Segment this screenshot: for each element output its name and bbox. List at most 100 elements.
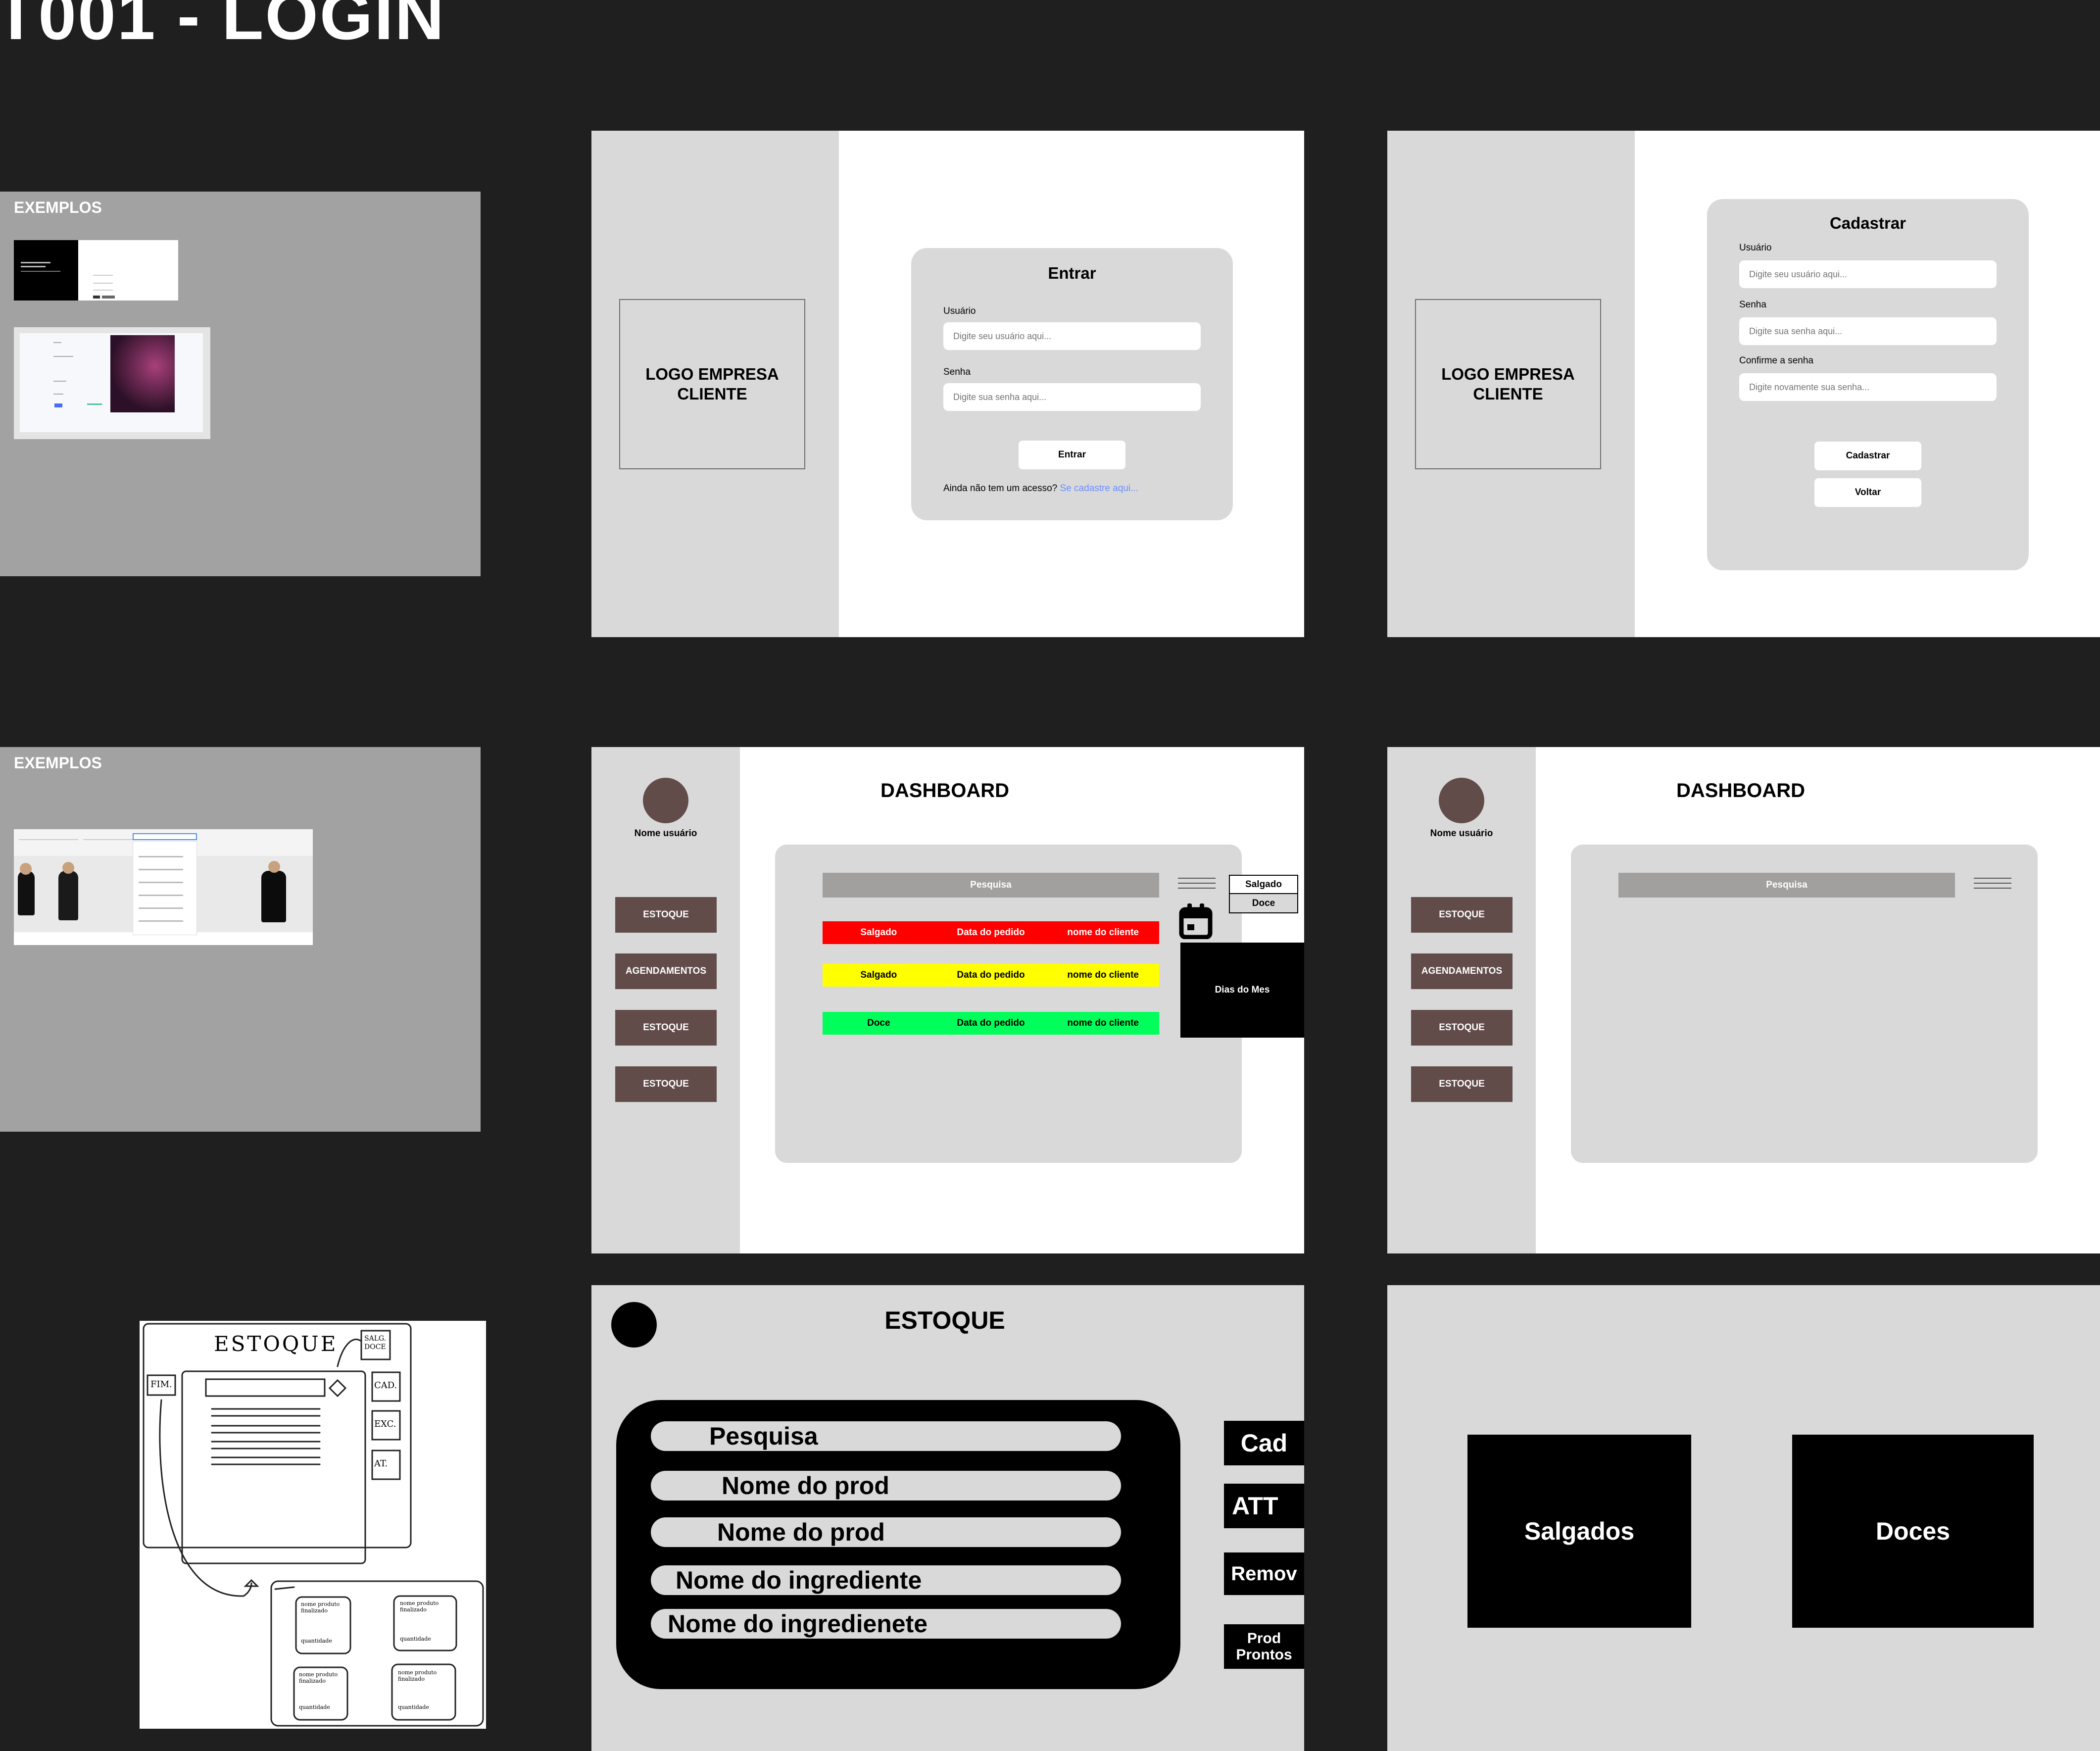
password-input[interactable] xyxy=(943,383,1201,411)
logo-placeholder: LOGO EMPRESA CLIENTE xyxy=(1415,299,1601,469)
signup-prompt: Ainda não tem um acesso? Se cadastre aqu… xyxy=(943,483,1138,494)
order-type: Doce xyxy=(867,1018,890,1028)
no-access-text: Ainda não tem um acesso? xyxy=(943,483,1058,494)
categories-screen: Salgados Doces xyxy=(1387,1285,2100,1751)
order-row[interactable]: Doce Data do pedido nome do cliente xyxy=(823,1012,1159,1035)
dashboard-title: DASHBOARD xyxy=(880,780,1009,801)
sketch-label-at: AT. xyxy=(374,1458,388,1469)
order-date: Data do pedido xyxy=(957,927,1025,938)
user-name: Nome usuário xyxy=(634,828,697,839)
dashboard-title: DASHBOARD xyxy=(1676,780,1805,801)
update-product-button[interactable]: ATT xyxy=(1224,1484,1304,1528)
register-card: Cadastrar Usuário Senha Confirme a senha… xyxy=(1707,199,2029,570)
sketch-card-name: nome produto finalizado xyxy=(301,1601,340,1614)
filter-option-salgado[interactable]: Salgado xyxy=(1230,876,1297,894)
register-button[interactable]: Cadastrar xyxy=(1814,442,1921,470)
nav-estoque-3[interactable]: ESTOQUE xyxy=(1411,1066,1513,1102)
stock-item[interactable]: Nome do ingredienete xyxy=(651,1609,1121,1639)
logo-text: LOGO EMPRESA CLIENTE xyxy=(645,365,779,403)
dashboard-screen-2: Nome usuário ESTOQUE AGENDAMENTOS ESTOQU… xyxy=(1387,747,2100,1253)
logo-text: LOGO EMPRESA CLIENTE xyxy=(1441,365,1575,403)
stock-item-label: Nome do ingrediente xyxy=(676,1566,922,1594)
sketch-card-qty: quantidade xyxy=(301,1638,332,1644)
order-client: nome do cliente xyxy=(1067,927,1139,938)
menu-icon[interactable] xyxy=(1178,878,1216,889)
salgados-button[interactable]: Salgados xyxy=(1467,1435,1691,1628)
dashboard-screen-1: Nome usuário ESTOQUE AGENDAMENTOS ESTOQU… xyxy=(591,747,1304,1253)
stock-item-label: Nome do prod xyxy=(717,1518,885,1546)
search-input[interactable]: Pesquisa xyxy=(651,1421,1121,1451)
stock-item-label: Nome do ingredienete xyxy=(668,1610,928,1638)
sketch-card-name: nome produto finalizado xyxy=(299,1671,338,1684)
login-card: Entrar Usuário Senha Entrar Ainda não te… xyxy=(911,248,1233,520)
example-thumbnail-login-gradient xyxy=(14,327,210,439)
ready-products-button[interactable]: Prod Prontos xyxy=(1224,1624,1304,1669)
password-label: Senha xyxy=(1739,300,1766,310)
user-input[interactable] xyxy=(943,322,1201,350)
nav-estoque-3[interactable]: ESTOQUE xyxy=(615,1066,717,1102)
stock-item[interactable]: Nome do prod xyxy=(651,1517,1121,1547)
order-type: Salgado xyxy=(860,927,897,938)
nav-estoque-2[interactable]: ESTOQUE xyxy=(615,1010,717,1046)
signup-link[interactable]: Se cadastre aqui... xyxy=(1060,483,1138,494)
calendar-label: Dias do Mes xyxy=(1215,985,1270,995)
password-label: Senha xyxy=(943,367,971,377)
register-product-button[interactable]: Cad xyxy=(1224,1421,1304,1465)
sketch-label-exc: EXC. xyxy=(374,1419,396,1429)
search-bar[interactable]: Pesquisa xyxy=(1618,873,1955,898)
register-screen: LOGO EMPRESA CLIENTE Cadastrar Usuário S… xyxy=(1387,131,2100,637)
order-row[interactable]: Salgado Data do pedido nome do cliente xyxy=(823,964,1159,987)
sketch-card-qty: quantidade xyxy=(398,1704,429,1710)
user-label: Usuário xyxy=(1739,243,1772,253)
remove-product-button[interactable]: Remov xyxy=(1224,1552,1304,1595)
back-button[interactable]: Voltar xyxy=(1814,478,1921,507)
doces-button[interactable]: Doces xyxy=(1792,1435,2034,1628)
confirm-password-input[interactable] xyxy=(1739,373,1997,401)
order-date: Data do pedido xyxy=(957,1018,1025,1028)
order-date: Data do pedido xyxy=(957,970,1025,980)
order-client: nome do cliente xyxy=(1067,970,1139,980)
user-label: Usuário xyxy=(943,306,976,316)
user-name: Nome usuário xyxy=(1430,828,1493,839)
nav-agendamentos[interactable]: AGENDAMENTOS xyxy=(615,953,717,989)
nav-agendamentos[interactable]: AGENDAMENTOS xyxy=(1411,953,1513,989)
calendar-icon[interactable] xyxy=(1178,902,1213,940)
sketch-card-name: nome produto finalizado xyxy=(398,1669,437,1682)
search-bar[interactable]: Pesquisa xyxy=(823,873,1159,898)
examples-label: EXEMPLOS xyxy=(14,199,102,216)
sketch-label-salg-doce: SALG. DOCE xyxy=(364,1335,387,1351)
search-label: Pesquisa xyxy=(709,1422,818,1450)
page-title: T001 - LOGIN xyxy=(0,0,446,54)
stock-title: ESTOQUE xyxy=(884,1306,1005,1334)
type-filter[interactable]: Salgado Doce xyxy=(1229,875,1298,913)
stock-sketch: ESTOQUE SALG. DOCE CAD. EXC. AT. FIM. no… xyxy=(140,1321,486,1729)
sketch-title: ESTOQUE xyxy=(214,1332,338,1356)
examples-panel-1: EXEMPLOS xyxy=(0,192,481,576)
nav-estoque[interactable]: ESTOQUE xyxy=(615,897,717,933)
stock-item[interactable]: Nome do prod xyxy=(651,1471,1121,1501)
menu-icon[interactable] xyxy=(1974,878,2011,889)
order-type: Salgado xyxy=(860,970,897,980)
example-thumbnail-store xyxy=(14,829,313,945)
sketch-card-qty: quantidade xyxy=(400,1636,431,1642)
confirm-password-label: Confirme a senha xyxy=(1739,355,1813,366)
sketch-label-fim: FIM. xyxy=(150,1379,172,1390)
filter-option-doce[interactable]: Doce xyxy=(1230,894,1297,912)
stock-item[interactable]: Nome do ingrediente xyxy=(651,1565,1121,1595)
nav-estoque[interactable]: ESTOQUE xyxy=(1411,897,1513,933)
sketch-card-qty: quantidade xyxy=(299,1704,330,1710)
user-input[interactable] xyxy=(1739,260,1997,288)
calendar-panel[interactable]: Dias do Mes xyxy=(1180,943,1304,1038)
avatar[interactable] xyxy=(611,1302,657,1348)
example-thumbnail-login-dark xyxy=(14,240,178,300)
nav-estoque-2[interactable]: ESTOQUE xyxy=(1411,1010,1513,1046)
sketch-drawing xyxy=(143,1323,484,1727)
login-button[interactable]: Entrar xyxy=(1019,441,1125,469)
examples-panel-2: EXEMPLOS xyxy=(0,747,481,1132)
sketch-card-name: nome produto finalizado xyxy=(400,1600,439,1613)
avatar[interactable] xyxy=(643,778,688,823)
password-input[interactable] xyxy=(1739,317,1997,345)
stock-screen: ESTOQUE Pesquisa Nome do prod Nome do pr… xyxy=(591,1285,1304,1751)
avatar[interactable] xyxy=(1439,778,1484,823)
order-row[interactable]: Salgado Data do pedido nome do cliente xyxy=(823,921,1159,944)
